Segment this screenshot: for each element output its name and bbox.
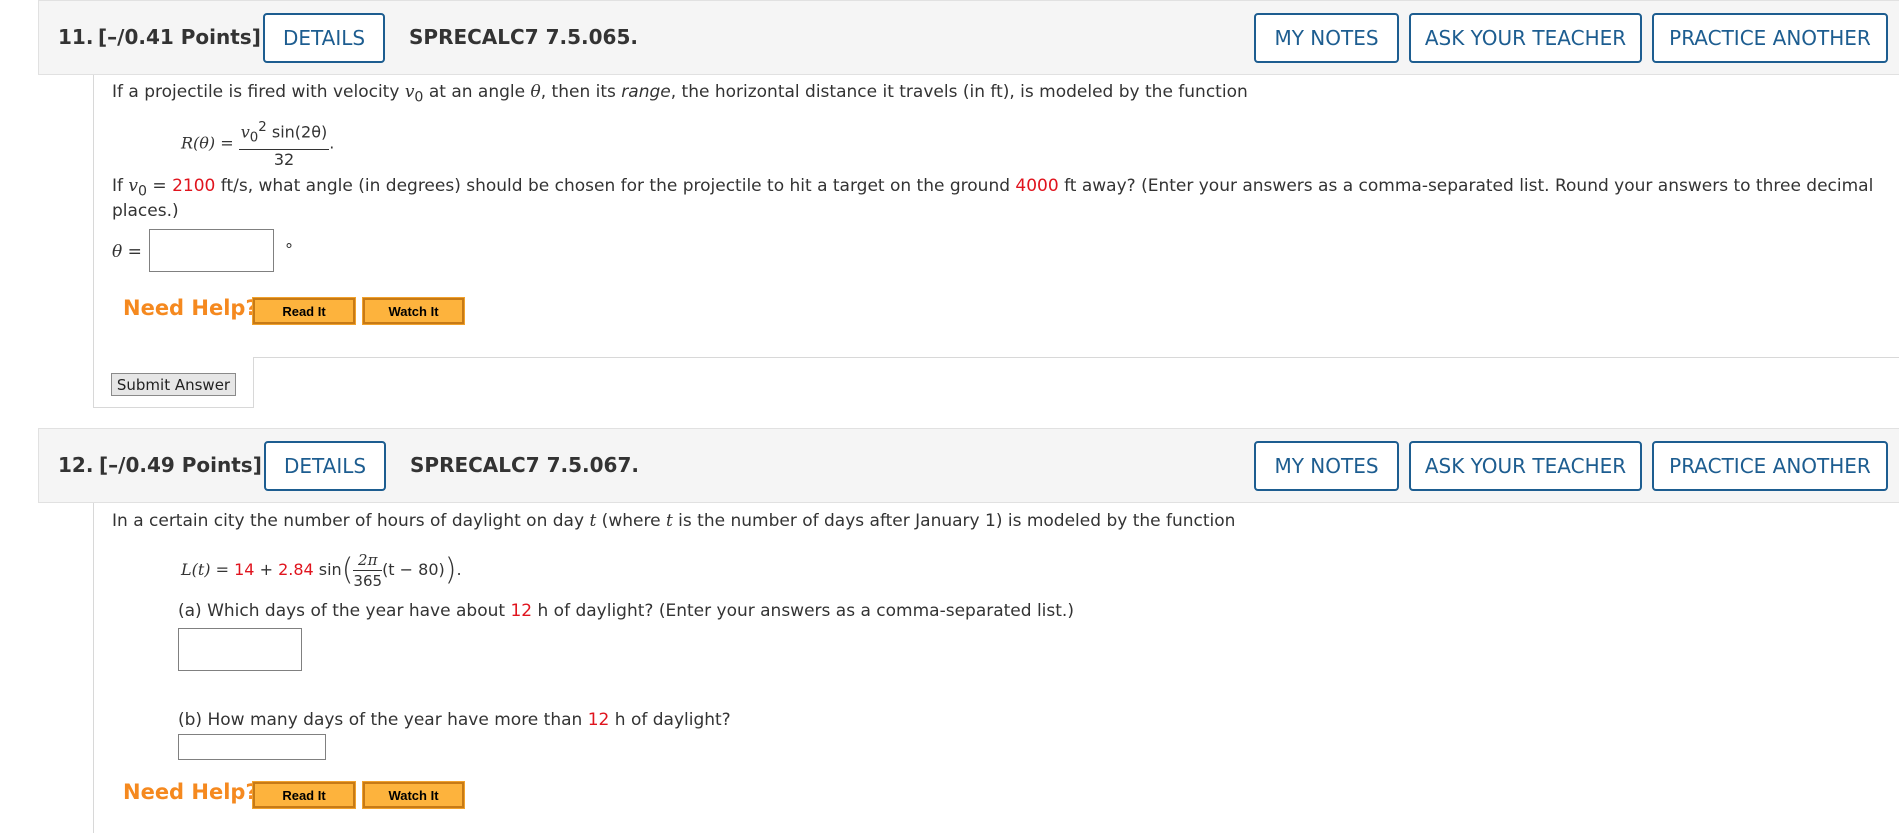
question-points: [–/0.41 Points]: [98, 25, 261, 49]
practice-another-button[interactable]: PRACTICE ANOTHER: [1652, 13, 1888, 63]
question-number: 11.: [58, 25, 94, 49]
question-intro: If a projectile is fired with velocity v…: [112, 82, 1248, 106]
question-number: 12.: [58, 453, 94, 477]
need-help-label: Need Help?: [123, 780, 258, 804]
body-bottom-border: [253, 357, 1899, 358]
submit-answer-button[interactable]: Submit Answer: [111, 373, 236, 396]
ask-your-teacher-button[interactable]: ASK YOUR TEACHER: [1409, 441, 1642, 491]
details-button[interactable]: DETAILS: [264, 441, 386, 491]
body-left-border: [93, 75, 94, 408]
question-code: SPRECALC7 7.5.065.: [409, 25, 638, 49]
details-button[interactable]: DETAILS: [263, 13, 385, 63]
read-it-button[interactable]: Read It: [252, 297, 356, 325]
body-left-border: [93, 503, 94, 833]
submit-area-border: [253, 357, 254, 407]
my-notes-button[interactable]: MY NOTES: [1254, 13, 1399, 63]
question-intro: In a certain city the number of hours of…: [112, 511, 1236, 531]
theta-answer-input[interactable]: [149, 229, 274, 272]
question-12-header: 12. [–/0.49 Points] DETAILS SPRECALC7 7.…: [38, 428, 1899, 503]
ask-your-teacher-button[interactable]: ASK YOUR TEACHER: [1409, 13, 1642, 63]
watch-it-button[interactable]: Watch It: [362, 781, 465, 809]
need-help-label: Need Help?: [123, 296, 258, 320]
question-points: [–/0.49 Points]: [99, 453, 262, 477]
velocity-value: 2100: [172, 176, 216, 196]
submit-area-bottom: [93, 407, 254, 408]
question-11-header: 11. [–/0.41 Points] DETAILS SPRECALC7 7.…: [38, 0, 1899, 75]
constant-b: 2.84: [278, 560, 314, 579]
degree-symbol: °: [285, 240, 293, 259]
watch-it-button[interactable]: Watch It: [362, 297, 465, 325]
distance-value: 4000: [1015, 176, 1059, 196]
practice-another-button[interactable]: PRACTICE ANOTHER: [1652, 441, 1888, 491]
daylight-formula: L(t) = 14 + 2.84 sin(2π 365 (t − 80)).: [181, 551, 462, 590]
constant-a: 14: [234, 560, 255, 579]
my-notes-button[interactable]: MY NOTES: [1254, 441, 1399, 491]
part-b-question: (b) How many days of the year have more …: [178, 710, 731, 730]
question-code: SPRECALC7 7.5.067.: [410, 453, 639, 477]
read-it-button[interactable]: Read It: [252, 781, 356, 809]
part-b-answer-input[interactable]: [178, 734, 326, 760]
range-formula: R(θ) = v02 sin(2θ) 32.: [181, 120, 335, 169]
question-condition-line2: places.): [112, 201, 179, 221]
answer-label: θ =: [112, 242, 142, 262]
question-condition: If v0 = 2100 ft/s, what angle (in degree…: [112, 176, 1874, 200]
part-a-question: (a) Which days of the year have about 12…: [178, 601, 1074, 621]
part-a-answer-input[interactable]: [178, 628, 302, 671]
